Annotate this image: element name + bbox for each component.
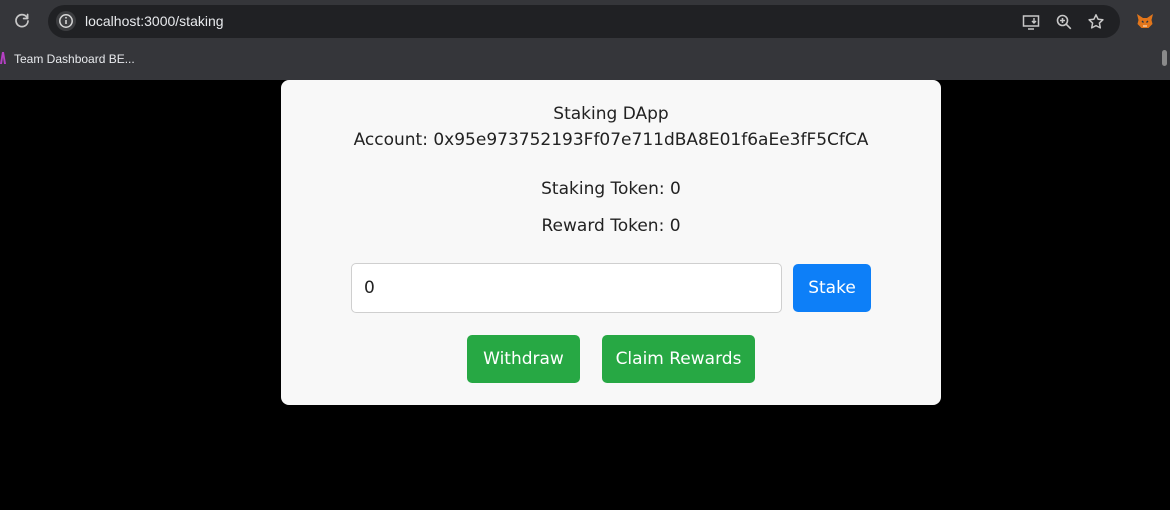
zoom-icon[interactable]: [1054, 12, 1074, 32]
info-icon: [59, 14, 73, 28]
reload-icon[interactable]: [12, 11, 32, 31]
stake-amount-input[interactable]: [351, 263, 782, 313]
site-info-button[interactable]: [56, 11, 76, 31]
url-text[interactable]: localhost:3000/staking: [85, 13, 224, 29]
bookmark-favicon-icon: [0, 52, 6, 64]
reward-token-balance: Reward Token: 0: [541, 216, 681, 236]
bookmark-team-dashboard[interactable]: Team Dashboard BE...: [14, 52, 135, 66]
metamask-fox-icon[interactable]: [1135, 11, 1155, 31]
page-content: Staking DApp Account: 0x95e973752193Ff07…: [0, 80, 1170, 510]
claim-rewards-button[interactable]: Claim Rewards: [602, 335, 755, 383]
star-icon[interactable]: [1086, 12, 1106, 32]
staking-token-balance: Staking Token: 0: [541, 179, 681, 199]
install-app-icon[interactable]: [1021, 12, 1041, 32]
browser-toolbar: localhost:3000/staking: [0, 0, 1170, 42]
stake-button[interactable]: Stake: [793, 264, 871, 312]
bookmarks-scrollbar[interactable]: [1159, 46, 1170, 70]
browser-chrome: localhost:3000/staking Team Dashboard BE…: [0, 0, 1170, 80]
withdraw-button[interactable]: Withdraw: [467, 335, 580, 383]
account-address: Account: 0x95e973752193Ff07e711dBA8E01f6…: [353, 130, 869, 150]
address-bar[interactable]: localhost:3000/staking: [48, 5, 1120, 38]
scrollbar-thumb[interactable]: [1162, 50, 1167, 66]
staking-card: Staking DApp Account: 0x95e973752193Ff07…: [281, 80, 941, 405]
page-title: Staking DApp: [553, 104, 669, 124]
bookmarks-bar: Team Dashboard BE...: [0, 47, 1170, 71]
